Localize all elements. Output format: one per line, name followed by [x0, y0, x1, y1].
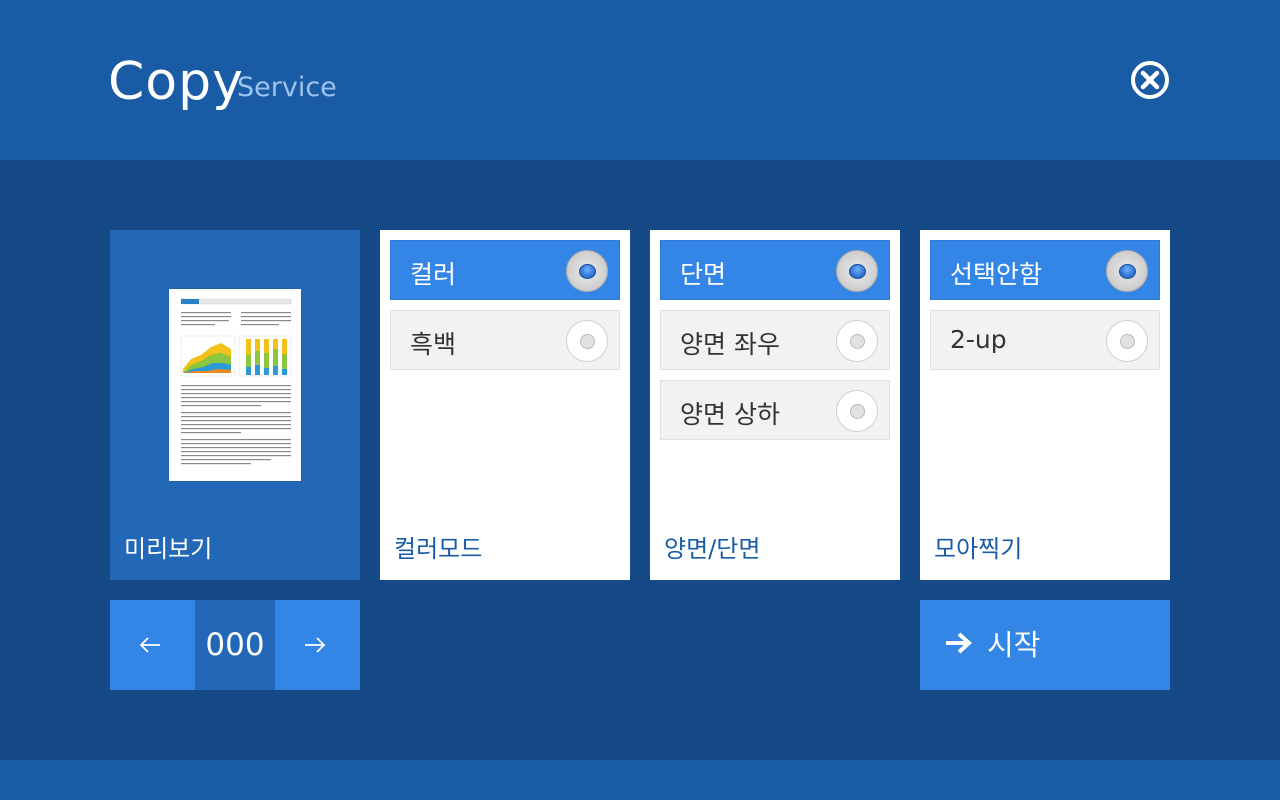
nup-label: 모아찍기 — [934, 535, 1023, 563]
page-subtitle: Service — [237, 72, 337, 103]
option-label: 컬러 — [410, 260, 457, 289]
option-label: 2-up — [950, 325, 1007, 354]
start-button[interactable]: 시작 — [920, 600, 1170, 690]
arrow-right-icon — [305, 637, 326, 653]
option-color[interactable]: 컬러 — [390, 240, 620, 300]
duplex-label: 양면/단면 — [664, 535, 761, 563]
arrow-right-icon — [946, 632, 972, 654]
duplex-tile: 단면 양면 좌우 양면 상하 양면/단면 — [650, 230, 900, 580]
start-label: 시작 — [987, 628, 1041, 662]
next-page-button[interactable] — [275, 600, 360, 690]
radio-selected[interactable] — [566, 250, 608, 292]
document-thumbnail-image — [180, 298, 292, 465]
option-label: 단면 — [680, 260, 727, 289]
radio-selected[interactable] — [1106, 250, 1148, 292]
option-simplex[interactable]: 단면 — [660, 240, 890, 300]
option-grayscale[interactable]: 흑백 — [390, 310, 620, 370]
footer-bar — [0, 760, 1280, 800]
option-label: 흑백 — [410, 330, 457, 359]
radio-unselected[interactable] — [1106, 320, 1148, 362]
radio-unselected[interactable] — [836, 390, 878, 432]
preview-label: 미리보기 — [124, 535, 213, 563]
close-button[interactable] — [1130, 60, 1170, 100]
option-label: 선택안함 — [950, 260, 1043, 289]
page-title: Copy — [108, 52, 244, 112]
option-label: 양면 상하 — [680, 400, 780, 429]
close-circle-icon — [1131, 61, 1169, 99]
header: Copy Service — [0, 0, 1280, 160]
arrow-left-icon — [139, 637, 160, 653]
page-number: 000 — [195, 600, 275, 690]
prev-page-button[interactable] — [110, 600, 195, 690]
color-mode-tile: 컬러 흑백 컬러모드 — [380, 230, 630, 580]
preview-tile[interactable]: 미리보기 — [110, 230, 360, 580]
radio-unselected[interactable] — [836, 320, 878, 362]
radio-selected[interactable] — [836, 250, 878, 292]
option-duplex-long-edge[interactable]: 양면 좌우 — [660, 310, 890, 370]
radio-unselected[interactable] — [566, 320, 608, 362]
nup-tile: 선택안함 2-up 모아찍기 — [920, 230, 1170, 580]
color-mode-label: 컬러모드 — [394, 535, 483, 563]
document-thumbnail — [169, 289, 301, 481]
option-2up[interactable]: 2-up — [930, 310, 1160, 370]
page-navigator: 000 — [110, 600, 360, 690]
option-label: 양면 좌우 — [680, 330, 780, 359]
option-duplex-short-edge[interactable]: 양면 상하 — [660, 380, 890, 440]
option-none[interactable]: 선택안함 — [930, 240, 1160, 300]
